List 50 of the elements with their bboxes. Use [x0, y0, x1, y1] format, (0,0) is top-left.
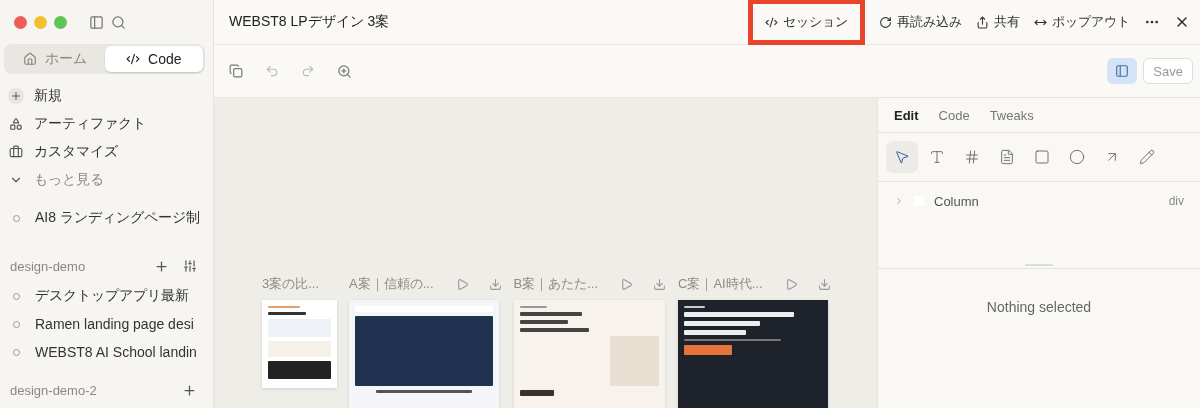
code-icon [765, 15, 778, 29]
plus-icon [8, 88, 24, 104]
reload-icon [879, 15, 892, 29]
header-button[interactable]: 再読み込み [879, 13, 962, 31]
sliders-icon[interactable] [183, 258, 197, 273]
play-icon[interactable] [455, 277, 469, 291]
plus-icon[interactable] [182, 382, 197, 398]
sidebar-toggle-icon[interactable] [89, 14, 104, 30]
inspector-tab[interactable]: Edit [894, 107, 919, 123]
copy-icon[interactable] [229, 64, 243, 78]
sidebar-item[interactable]: Ramen landing page desi [8, 310, 213, 338]
download-icon[interactable] [488, 277, 502, 291]
sidebar-item[interactable]: カスタマイズ [8, 138, 213, 166]
sidebar-item[interactable]: WEBST8 AI School landin [8, 338, 213, 366]
project-name: design-demo-2 [10, 382, 97, 398]
empty-state-text: Nothing selected [986, 299, 1092, 315]
document-title: WEBST8 LPデザイン 3案 [229, 13, 390, 31]
home-icon [23, 52, 38, 66]
inspector-tab[interactable]: Tweaks [989, 107, 1034, 123]
share-icon [976, 15, 989, 29]
plus-icon[interactable] [154, 258, 169, 274]
layer-row[interactable]: Column div [878, 184, 1200, 218]
project-name: design-demo [10, 258, 86, 274]
redo-icon[interactable] [301, 64, 315, 78]
header-button[interactable]: 共有 [976, 13, 1020, 31]
code-icon [126, 52, 140, 66]
mode-tab[interactable]: Code [104, 46, 203, 72]
header-button[interactable]: セッション [748, 0, 865, 45]
header-button[interactable]: ポップアウト [1034, 13, 1130, 31]
panel-icon [1115, 64, 1130, 78]
sidebar-item[interactable]: AI8 ランディングページ制 [8, 204, 213, 232]
search-icon[interactable] [111, 14, 126, 30]
download-icon[interactable] [653, 277, 667, 291]
maximize-window-icon[interactable] [54, 15, 67, 29]
zoom-in-icon[interactable] [337, 63, 352, 79]
play-icon[interactable] [784, 277, 798, 291]
download-icon[interactable] [817, 277, 831, 291]
chevron-right-icon [894, 196, 904, 206]
shapes-icon [8, 116, 24, 132]
close-window-icon[interactable] [14, 15, 27, 29]
play-icon[interactable] [620, 277, 634, 291]
minimize-window-icon[interactable] [34, 15, 47, 29]
undo-icon[interactable] [265, 64, 279, 78]
sidebar-item[interactable]: アーティファクト [8, 110, 213, 138]
panel-toggle-button[interactable] [1107, 58, 1138, 84]
sidebar-item[interactable]: 新規 [8, 82, 213, 110]
briefcase-icon [8, 144, 24, 160]
pointer-icon[interactable] [886, 141, 918, 173]
sidebar-item[interactable]: デスクトップアプリ最新 [8, 282, 213, 310]
inspector-tab[interactable]: Code [938, 107, 970, 123]
